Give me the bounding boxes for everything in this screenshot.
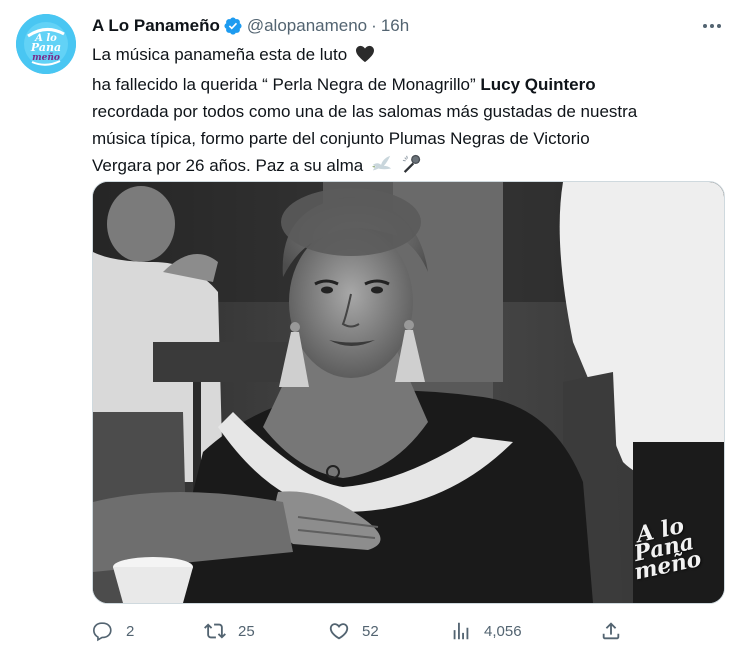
tweet-text: La música panameña esta de luto ha falle… [92, 41, 722, 182]
views-chart-icon [453, 622, 469, 640]
tweet-text-line-3: recordada por todos como una de las salo… [92, 102, 638, 121]
user-handle[interactable]: @alopanameno [247, 14, 367, 38]
tweet-card[interactable]: A lo Pana meño A Lo Panameño @alopanamen… [0, 0, 742, 647]
more-options-icon[interactable] [700, 14, 724, 38]
views-button[interactable]: 4,056 [450, 618, 522, 644]
tweet-text-line-4: música típica, formo parte del conjunto … [92, 129, 590, 148]
heart-icon [329, 623, 349, 640]
microphone-icon [401, 154, 423, 182]
reply-count: 2 [126, 622, 135, 640]
reply-button[interactable]: 2 [92, 618, 134, 644]
avatar-logo-icon: A lo Pana meño [16, 14, 76, 74]
retweet-button[interactable]: 25 [204, 618, 255, 644]
tweet-text-line-5-text: Vergara por 26 años. Paz a su alma [92, 156, 364, 175]
share-icon [602, 622, 620, 640]
tweet-actions: 2 25 52 4,056 [92, 618, 632, 644]
share-button[interactable] [600, 618, 622, 644]
tweet-text-line-2: ha fallecido la querida “ Perla Negra de… [92, 71, 722, 98]
tweet-header: A Lo Panameño @alopanameno · 16h [92, 14, 409, 38]
retweet-count: 25 [238, 622, 255, 640]
retweet-icon [204, 623, 226, 639]
tweet-text-line-1-text: La música panameña esta de luto [92, 45, 348, 64]
tweet-photo[interactable]: A lo Pana meño [92, 181, 725, 604]
like-button[interactable]: 52 [328, 618, 379, 644]
tweet-text-line-2-text: ha fallecido la querida “ Perla Negra de… [92, 75, 476, 94]
avatar[interactable]: A lo Pana meño [16, 14, 76, 74]
black-heart-icon [355, 44, 375, 71]
avatar-logo-line-3: meño [32, 52, 60, 63]
tweet-text-bold-name: Lucy Quintero [480, 75, 596, 94]
reply-icon [93, 622, 112, 642]
tweet-text-line-1: La música panameña esta de luto [92, 41, 722, 71]
separator-dot: · [371, 16, 377, 35]
dove-icon [371, 154, 393, 182]
views-count: 4,056 [484, 622, 522, 640]
timestamp[interactable]: 16h [381, 14, 409, 38]
display-name[interactable]: A Lo Panameño [92, 14, 220, 38]
like-count: 52 [362, 622, 379, 640]
verified-badge-icon [223, 16, 243, 36]
photo-watermark: A lo Pana meño [625, 513, 704, 586]
tweet-text-line-5: Vergara por 26 años. Paz a su alma [92, 152, 722, 182]
